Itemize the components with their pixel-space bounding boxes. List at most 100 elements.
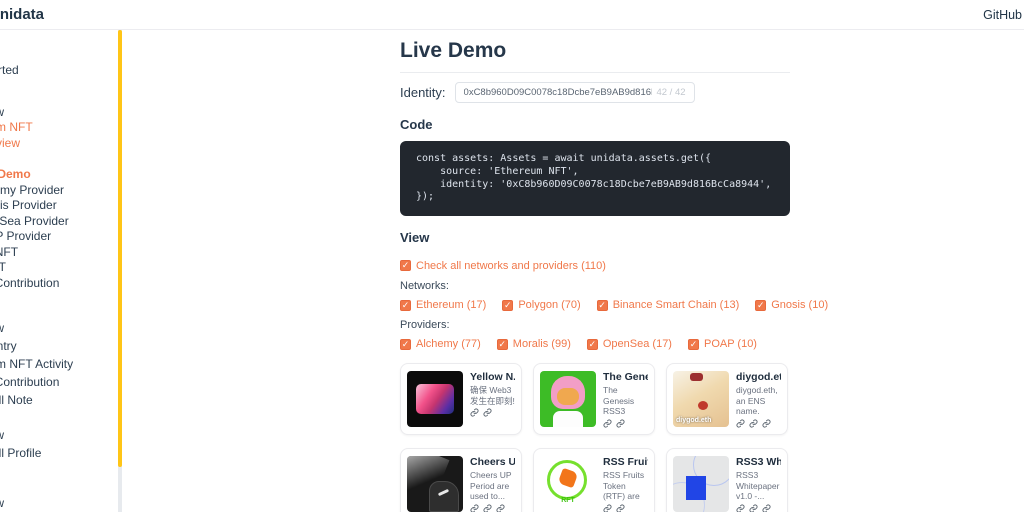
sidebar-item-flow-nft[interactable]: Flow NFT (0, 260, 120, 276)
yellow-card-image (407, 371, 463, 428)
asset-card-diygod-eth: diygod.ethdiygod.ethdiygod.eth, an ENS n… (666, 363, 788, 436)
networks-label: Networks: (400, 280, 449, 293)
sidebar-item-mirror-entry[interactable]: Mirror Entry (0, 337, 120, 355)
checkbox-label: Ethereum (17) (416, 299, 487, 312)
link-icon[interactable] (749, 419, 758, 428)
sidebar-item-overview[interactable]: Overview (0, 494, 120, 512)
sidebar-item-ethereum-nft[interactable]: Ethereum NFT (0, 120, 120, 136)
link-icon[interactable] (616, 504, 625, 512)
card-body: The Gene...The Genesis RSS3 Avatar NFT i… (603, 371, 648, 428)
page-title: Live Demo (400, 39, 790, 73)
checkbox-label: Binance Smart Chain (13) (612, 299, 740, 312)
identity-input-box: 42 / 42 (454, 82, 695, 103)
sidebar-item-crossbell-profile[interactable]: Crossbell Profile (0, 444, 120, 462)
art-shape (557, 388, 579, 406)
card-title: RSS Fruit ... (603, 456, 648, 469)
sidebar: Getting StartedOverviewEthereum NFTOverv… (0, 30, 120, 512)
code-block: const assets: Assets = await unidata.ass… (400, 141, 790, 217)
sidebar-item-poap-provider[interactable]: POAP Provider (0, 229, 120, 245)
art-shape (429, 481, 459, 512)
sidebar-nav: Getting StartedOverviewEthereum NFTOverv… (0, 30, 120, 512)
link-icon[interactable] (496, 504, 505, 512)
checkbox-moralis-99[interactable]: ✓ Moralis (99) (496, 337, 571, 351)
checkbox-check-all-networks-and-providers-110[interactable]: ✓ Check all networks and providers (110) (400, 259, 606, 273)
checkbox-check-icon: ✓ (400, 260, 411, 272)
card-links (603, 504, 648, 512)
card-links (603, 419, 648, 428)
checkbox-binance-smart-chain-13[interactable]: ✓ Binance Smart Chain (13) (596, 298, 740, 312)
asset-card-the-gene: The Gene...The Genesis RSS3 Avatar NFT i… (533, 363, 655, 436)
checkbox-alchemy-77[interactable]: ✓ Alchemy (77) (400, 337, 481, 351)
card-description: Cheers UP Period are used to... (470, 470, 512, 502)
sidebar-item-overview[interactable]: Overview (0, 105, 120, 121)
sidebar-item-overview[interactable]: Overview (0, 319, 120, 337)
sidebar-scrollbar-thumb[interactable] (118, 30, 122, 467)
card-links (736, 419, 781, 428)
checkbox-label: Check all networks and providers (110) (416, 259, 606, 272)
top-navbar: Unidata GitHub (0, 0, 1024, 30)
card-body: Yellow N...确保 Web3 发生在即刻! (470, 371, 515, 427)
link-icon[interactable] (736, 419, 745, 428)
link-icon[interactable] (762, 419, 771, 428)
art-shape (416, 384, 454, 415)
image-overlay-text: RFT (561, 497, 575, 505)
github-link[interactable]: GitHub (983, 0, 1022, 30)
checkbox-polygon-70[interactable]: ✓ Polygon (70) (502, 298, 581, 312)
sidebar-section: Overview (0, 494, 120, 512)
main-content: Live Demo Identity: 42 / 42 Code const a… (400, 30, 828, 512)
link-icon[interactable] (483, 408, 492, 417)
art-shape (686, 476, 706, 501)
art-shape (698, 401, 708, 411)
link-icon[interactable] (762, 504, 771, 512)
checkbox-opensea-17[interactable]: ✓ OpenSea (17) (586, 337, 672, 351)
sidebar-item-getting-started[interactable]: Getting Started (0, 63, 120, 79)
card-title: Cheers U... (470, 456, 515, 469)
view-heading: View (400, 230, 430, 246)
checkbox-label: Moralis (99) (512, 338, 571, 351)
card-title: The Gene... (603, 371, 648, 384)
checkbox-gnosis-10[interactable]: ✓ Gnosis (10) (755, 298, 828, 312)
link-icon[interactable] (483, 504, 492, 512)
image-overlay-text: diygod.eth (676, 417, 712, 425)
sidebar-item-gitcoin-contribution[interactable]: Gitcoin Contribution (0, 276, 120, 292)
link-icon[interactable] (736, 504, 745, 512)
checkbox-label: POAP (10) (703, 338, 757, 351)
art-shape (553, 411, 583, 428)
link-icon[interactable] (603, 419, 612, 428)
code-heading: Code (400, 117, 433, 132)
link-icon[interactable] (470, 504, 479, 512)
checkbox-check-icon: ✓ (755, 299, 767, 311)
card-title: diygod.eth (736, 371, 781, 384)
networks-row: ✓ Ethereum (17) ✓ Polygon (70) ✓ Binance Smar… (400, 298, 828, 312)
sidebar-item-opensea-provider[interactable]: OpenSea Provider (0, 214, 120, 230)
sidebar-item-moralis-provider[interactable]: Moralis Provider (0, 198, 120, 214)
sidebar-section: OverviewEthereum NFTOverview (0, 105, 120, 152)
identity-input[interactable] (463, 87, 653, 98)
link-icon[interactable] (616, 419, 625, 428)
logo[interactable]: Unidata (0, 0, 44, 30)
link-icon[interactable] (470, 408, 479, 417)
link-icon[interactable] (603, 504, 612, 512)
char-counter: 42 / 42 (656, 87, 686, 98)
checkbox-label: Alchemy (77) (416, 338, 481, 351)
rss3-whitepaper-image (673, 456, 729, 512)
checkbox-ethereum-17[interactable]: ✓ Ethereum (17) (400, 298, 486, 312)
providers-row: ✓ Alchemy (77) ✓ Moralis (99) ✓ OpenSea (17) ✓… (400, 337, 790, 351)
link-icon[interactable] (749, 504, 758, 512)
sidebar-section: OverviewMirror EntryEthereum NFT Activit… (0, 319, 120, 409)
checkbox-check-icon: ✓ (400, 299, 411, 311)
sidebar-item-crossbell-note[interactable]: Crossbell Note (0, 391, 120, 409)
asset-card-cheers-u: Cheers U...Cheers UP Period are used to.… (400, 448, 522, 512)
check-all-row: ✓ Check all networks and providers (110) (400, 255, 790, 273)
art-shape (690, 373, 703, 382)
sidebar-item-overview[interactable]: Overview (0, 426, 120, 444)
sidebar-item-ethereum-nft-activity[interactable]: Ethereum NFT Activity (0, 355, 120, 373)
sidebar-section: OverviewCrossbell Profile (0, 426, 120, 462)
sidebar-item-overview[interactable]: Overview (0, 136, 120, 152)
checkbox-poap-10[interactable]: ✓ POAP (10) (687, 337, 757, 351)
card-links (736, 504, 781, 512)
sidebar-item-live-demo[interactable]: Live Demo (0, 167, 120, 183)
sidebar-item-gitcoin-contribution[interactable]: Gitcoin Contribution (0, 373, 120, 391)
sidebar-item-solana-nft[interactable]: Solana NFT (0, 245, 120, 261)
sidebar-item-alchemy-provider[interactable]: Alchemy Provider (0, 183, 120, 199)
